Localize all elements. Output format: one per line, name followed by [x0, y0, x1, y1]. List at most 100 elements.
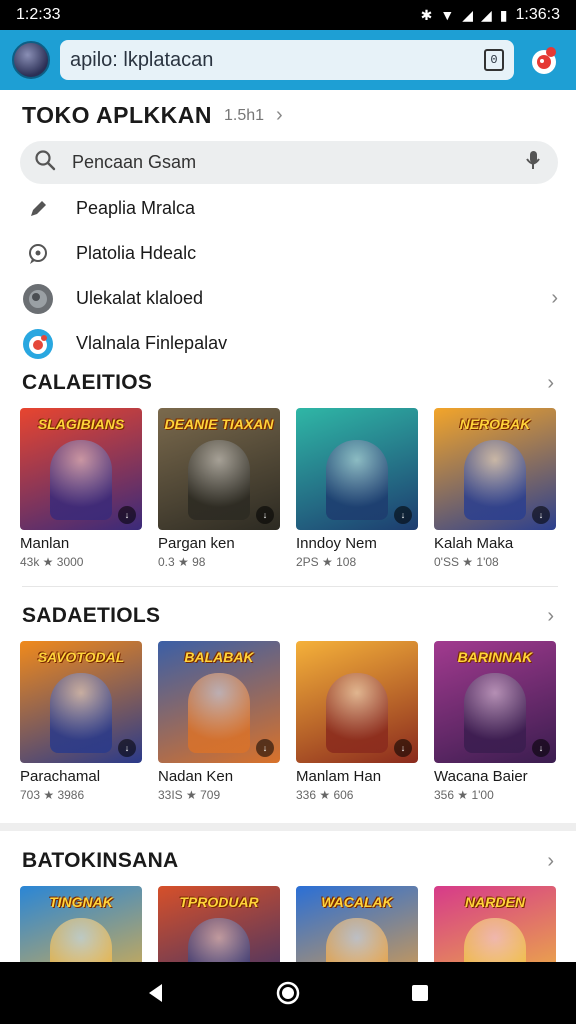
app-card[interactable]: DEANIE TIAXAN ↓ Pargan ken 0.3 ★ 98 — [158, 408, 280, 569]
app-card[interactable]: BALABAK ↓ Nadan Ken 33IS ★ 709 — [158, 641, 280, 802]
menu-item-1[interactable]: Peaplia Mralca — [22, 186, 558, 231]
menu-item-label: Ulekalat klaloed — [76, 288, 204, 308]
thumbnail-banner: SAVOTODAL — [37, 649, 125, 665]
app-logo-icon — [22, 328, 54, 360]
app-rating: 703 ★ 3986 — [20, 788, 85, 802]
section-2: SADAETIOLS › SAVOTODAL ↓ Parachamal 703 ★ 3… — [0, 601, 576, 802]
app-rating: 33IS ★ 709 — [158, 788, 221, 802]
install-badge-icon: ↓ — [256, 506, 274, 524]
thumbnail-banner: TPRODUAR — [179, 894, 259, 910]
status-icons: ✱ ▼ ◢ ◢ ▮ 1:36:3 — [421, 6, 560, 24]
hero-illustration — [464, 440, 526, 520]
hero-illustration — [188, 440, 250, 520]
install-badge-icon: ↓ — [532, 739, 550, 757]
app-name: Manlam Han — [296, 768, 382, 785]
app-rating: 2PS ★ 108 — [296, 555, 357, 569]
app-thumbnail: ↓ — [296, 641, 418, 763]
app-name: Pargan ken — [158, 535, 235, 552]
chevron-right-icon[interactable]: › — [547, 372, 554, 395]
thumbnail-banner: NARDEN — [465, 894, 525, 910]
system-nav-bar — [0, 962, 576, 1024]
thumbnail-banner: SLAGIBIANS — [37, 416, 125, 432]
search-input[interactable]: Pencaan Gsam — [72, 152, 506, 173]
url-search-field[interactable]: apilo: lkplatacan 0 — [60, 40, 514, 80]
install-badge-icon: ↓ — [118, 739, 136, 757]
mascot-icon[interactable] — [524, 40, 564, 80]
avatar[interactable] — [12, 41, 50, 79]
app-name: Kalah Maka — [434, 535, 514, 552]
app-name: Manlan — [20, 535, 70, 552]
search-icon — [34, 149, 56, 176]
thumbnail-banner: WACALAK — [321, 894, 393, 910]
hero-illustration — [464, 673, 526, 753]
app-bar: apilo: lkplatacan 0 — [0, 30, 576, 90]
divider — [0, 823, 576, 831]
menu-list: Peaplia Mralca Platolia Hdealc Ulekalat … — [22, 186, 558, 366]
page-title: TOKO APLKKAN — [22, 102, 212, 128]
back-icon[interactable] — [136, 973, 176, 1013]
status-bar: 1:2:33 ✱ ▼ ◢ ◢ ▮ 1:36:3 — [0, 0, 576, 30]
app-card[interactable]: SAVOTODAL ↓ Parachamal 703 ★ 3986 — [20, 641, 142, 802]
status-clock: 1:36:3 — [515, 6, 560, 23]
app-thumbnail: ↓ — [296, 408, 418, 530]
divider — [22, 586, 558, 587]
store-search-bar[interactable]: Pencaan Gsam — [20, 141, 558, 184]
thumbnail-banner: TINGNAK — [49, 894, 113, 910]
menu-item-label: Peaplia Mralca — [76, 198, 196, 218]
app-thumbnail: BARINNAK ↓ — [434, 641, 556, 763]
app-name: Parachamal — [20, 768, 101, 785]
app-name: Inndoy Nem — [296, 535, 377, 552]
tab-count-button[interactable]: 0 — [484, 49, 504, 71]
app-card[interactable]: ↓ Manlam Han 336 ★ 606 — [296, 641, 418, 802]
home-icon[interactable] — [268, 973, 308, 1013]
app-card[interactable]: BARINNAK ↓ Wacana Baier 356 ★ 1'00 — [434, 641, 556, 802]
hero-illustration — [188, 673, 250, 753]
thumbnail-banner: BARINNAK — [457, 649, 533, 665]
recents-icon[interactable] — [400, 973, 440, 1013]
signal-icon: ◢ — [481, 7, 492, 23]
chevron-right-icon: › — [551, 287, 558, 309]
signal-icon: ◢ — [462, 7, 474, 23]
menu-item-3[interactable]: Ulekalat klaloed › — [22, 276, 558, 321]
install-badge-icon: ↓ — [256, 739, 274, 757]
thumbnail-banner: BALABAK — [184, 649, 254, 665]
store-header[interactable]: TOKO APLKKAN 1.5h1 › — [22, 102, 283, 129]
hero-illustration — [50, 440, 112, 520]
app-thumbnail: DEANIE TIAXAN ↓ — [158, 408, 280, 530]
thumbnail-banner: DEANIE TIAXAN — [164, 416, 274, 432]
chat-icon — [22, 238, 54, 270]
menu-item-label: Platolia Hdealc — [76, 243, 197, 263]
url-search-text: apilo: lkplatacan — [70, 48, 214, 71]
microphone-icon[interactable] — [522, 149, 544, 176]
menu-item-label: Vlalnala Finlepalav — [76, 333, 228, 353]
app-rating: 0'SS ★ 1'08 — [434, 555, 499, 569]
chevron-right-icon[interactable]: › — [547, 850, 554, 873]
hero-illustration — [326, 673, 388, 753]
app-name: Nadan Ken — [158, 768, 234, 785]
menu-item-4[interactable]: Vlalnala Finlepalav — [22, 321, 558, 366]
menu-item-2[interactable]: Platolia Hdealc — [22, 231, 558, 276]
install-badge-icon: ↓ — [532, 506, 550, 524]
section-title: SADAETIOLS — [22, 604, 161, 627]
card-row: SLAGIBIANS ↓ Manlan 43k ★ 3000 DEANIE TIAXAN… — [0, 408, 576, 569]
section-title: CALAEITIOS — [22, 371, 153, 394]
bluetooth-icon: ✱ — [420, 7, 433, 23]
store-subtitle: 1.5h1 — [224, 106, 265, 124]
hero-illustration — [326, 440, 388, 520]
status-time: 1:2:33 — [16, 6, 61, 23]
chevron-right-icon[interactable]: › — [547, 605, 554, 628]
section-title: BATOKINSANA — [22, 849, 179, 872]
app-rating: 0.3 ★ 98 — [158, 555, 206, 569]
app-card[interactable]: SLAGIBIANS ↓ Manlan 43k ★ 3000 — [20, 408, 142, 569]
app-thumbnail: NEROBAK ↓ — [434, 408, 556, 530]
hero-illustration — [50, 673, 112, 753]
app-rating: 356 ★ 1'00 — [434, 788, 494, 802]
section-1: CALAEITIOS › SLAGIBIANS ↓ Manlan 43k ★ 3000… — [0, 368, 576, 569]
app-thumbnail: SLAGIBIANS ↓ — [20, 408, 142, 530]
app-card[interactable]: ↓ Inndoy Nem 2PS ★ 108 — [296, 408, 418, 569]
install-badge-icon: ↓ — [118, 506, 136, 524]
card-row: SAVOTODAL ↓ Parachamal 703 ★ 3986 BALABAK ↓ Na… — [0, 641, 576, 802]
app-name: Wacana Baier — [434, 768, 528, 785]
app-card[interactable]: NEROBAK ↓ Kalah Maka 0'SS ★ 1'08 — [434, 408, 556, 569]
thumbnail-banner: NEROBAK — [459, 416, 531, 432]
